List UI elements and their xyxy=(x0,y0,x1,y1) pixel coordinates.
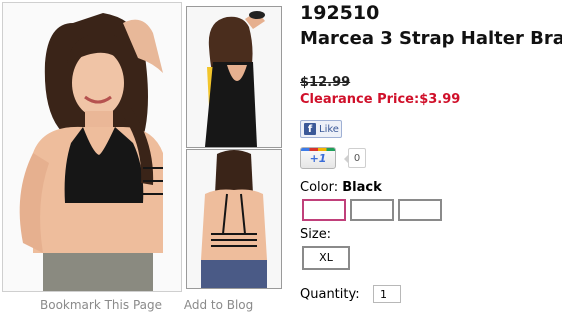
size-option-xl[interactable]: XL xyxy=(302,246,350,270)
add-to-blog-link[interactable]: Add to Blog xyxy=(184,298,253,312)
size-label: Size: xyxy=(300,227,332,242)
main-product-image[interactable] xyxy=(2,2,182,292)
color-swatch-2[interactable] xyxy=(350,199,394,221)
facebook-like-label: Like xyxy=(319,124,339,135)
thumbnail-straps-view[interactable] xyxy=(186,149,282,289)
google-plus-one-button[interactable]: +1 xyxy=(300,147,336,169)
product-sku: 192510 xyxy=(300,2,380,24)
model-front-photo xyxy=(3,3,181,291)
color-swatch-1[interactable] xyxy=(302,199,346,221)
bookmark-link[interactable]: Bookmark This Page xyxy=(40,298,162,312)
google-plus-one-count: 0 xyxy=(344,148,366,168)
color-label: Color: Black xyxy=(300,180,382,195)
quantity-label: Quantity: xyxy=(300,287,360,302)
selected-color-name: Black xyxy=(342,180,382,195)
google-color-bar xyxy=(301,148,335,151)
facebook-like-button[interactable]: f Like xyxy=(300,120,342,138)
clearance-price: Clearance Price:$3.99 xyxy=(300,92,461,107)
product-title: Marcea 3 Strap Halter Bra xyxy=(300,28,562,49)
model-back-photo xyxy=(187,7,281,147)
model-straps-photo xyxy=(187,150,281,288)
quantity-input[interactable] xyxy=(373,285,401,303)
image-links: Bookmark This Page Add to Blog xyxy=(40,298,271,312)
facebook-icon: f xyxy=(304,123,316,135)
original-price: $12.99 xyxy=(300,75,351,90)
color-swatch-3[interactable] xyxy=(398,199,442,221)
color-label-text: Color: xyxy=(300,180,339,195)
google-plus-one-label: +1 xyxy=(309,152,327,165)
thumbnail-back-view[interactable] xyxy=(186,6,282,148)
